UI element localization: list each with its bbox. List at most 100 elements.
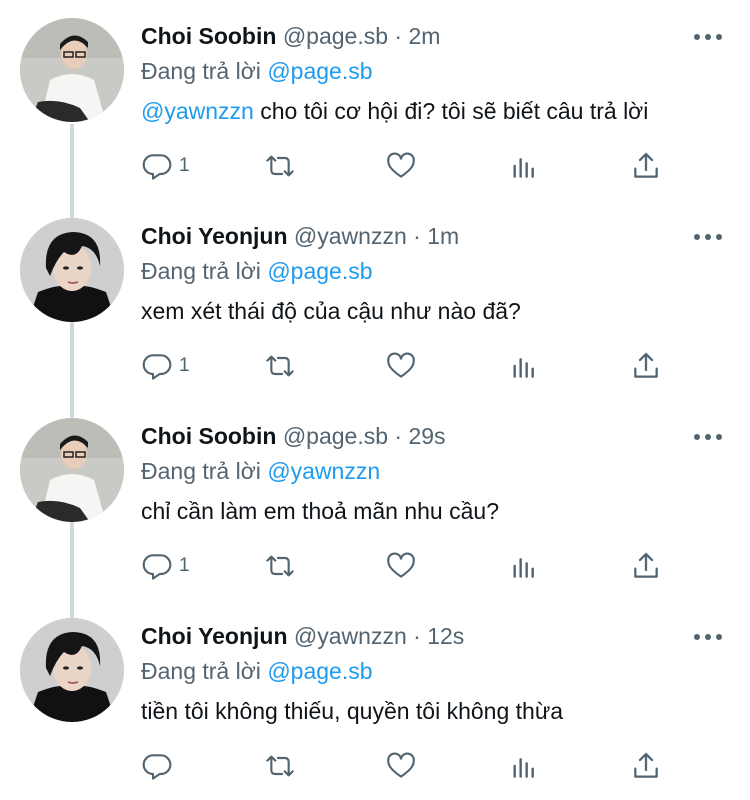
reply-count: 1 [179,355,190,376]
like-button[interactable] [385,546,417,586]
retweet-icon [266,155,294,177]
user-handle[interactable]: @yawnzzn [294,223,407,249]
replying-to-mention[interactable]: @page.sb [267,58,372,84]
tweet[interactable]: Choi Soobin @page.sb · 2m Đang trả lời @… [0,0,750,200]
views-icon [513,158,534,178]
timestamp[interactable]: 2m [408,23,440,49]
reply-icon [142,154,172,180]
retweet-button[interactable] [262,546,298,586]
more-icon[interactable] [694,234,722,240]
replying-to-mention[interactable]: @page.sb [267,258,372,284]
replying-to-label: Đang trả lời [141,58,261,84]
tweet-actions: 1 [0,546,750,586]
tweet[interactable]: Choi Yeonjun @yawnzzn · 12s Đang trả lời… [0,600,750,800]
tweet-thread: Choi Soobin @page.sb · 2m Đang trả lời @… [0,0,750,791]
separator-dot: · [413,623,421,649]
reply-icon [142,754,172,780]
more-icon[interactable] [694,634,722,640]
tweet-text: chỉ cần làm em thoả mãn nhu cầu? [141,496,499,526]
share-button[interactable] [630,146,662,186]
tweet-text-content: xem xét thái độ của cậu như nào đã? [141,298,521,324]
tweet-text: @yawnzzn cho tôi cơ hội đi? tôi sẽ biết … [141,96,648,126]
retweet-button[interactable] [262,346,298,386]
share-button[interactable] [630,546,662,586]
display-name[interactable]: Choi Soobin [141,423,276,449]
retweet-button[interactable] [262,746,298,786]
tweet-text-content: tiền tôi không thiếu, quyền tôi không th… [141,698,564,724]
share-icon [634,152,658,178]
share-icon [634,352,658,378]
tweet-text-content: chỉ cần làm em thoả mãn nhu cầu? [141,498,499,524]
reply-button[interactable]: 1 [141,546,190,586]
replying-to-mention[interactable]: @yawnzzn [267,458,380,484]
views-button[interactable] [508,546,540,586]
views-icon [513,358,534,378]
user-handle[interactable]: @yawnzzn [294,623,407,649]
more-icon[interactable] [694,34,722,40]
timestamp[interactable]: 12s [427,623,464,649]
like-button[interactable] [385,746,417,786]
views-icon [513,758,534,778]
reply-button[interactable]: 1 [141,346,190,386]
like-icon [387,552,415,578]
like-button[interactable] [385,346,417,386]
more-icon[interactable] [694,434,722,440]
views-icon [513,558,534,578]
like-icon [387,352,415,378]
reply-button[interactable] [141,746,179,786]
tweet[interactable]: Choi Soobin @page.sb · 29s Đang trả lời … [0,400,750,600]
avatar[interactable] [20,418,124,522]
retweet-icon [266,555,294,577]
replying-to: Đang trả lời @yawnzzn [141,456,380,486]
user-handle[interactable]: @page.sb [283,23,388,49]
tweet-text-content: cho tôi cơ hội đi? tôi sẽ biết câu trả l… [253,98,649,124]
views-button[interactable] [508,746,540,786]
reply-icon [142,554,172,580]
tweet-actions [0,746,750,786]
inline-mention[interactable]: @yawnzzn [141,98,254,124]
replying-to: Đang trả lời @page.sb [141,656,373,686]
tweet-header: Choi Yeonjun @yawnzzn · 1m [141,221,459,251]
avatar[interactable] [20,618,124,722]
replying-to-label: Đang trả lời [141,458,261,484]
reply-icon [142,354,172,380]
separator-dot: · [413,223,421,249]
tweet-actions: 1 [0,146,750,186]
display-name[interactable]: Choi Yeonjun [141,623,288,649]
tweet-text: tiền tôi không thiếu, quyền tôi không th… [141,696,563,726]
replying-to: Đang trả lời @page.sb [141,256,373,286]
user-handle[interactable]: @page.sb [283,423,388,449]
display-name[interactable]: Choi Soobin [141,23,276,49]
reply-count: 1 [179,555,190,576]
separator-dot: · [394,23,403,49]
share-button[interactable] [630,346,662,386]
views-button[interactable] [508,146,540,186]
tweet[interactable]: Choi Yeonjun @yawnzzn · 1m Đang trả lời … [0,200,750,400]
tweet-text: xem xét thái độ của cậu như nào đã? [141,296,521,326]
views-button[interactable] [508,346,540,386]
retweet-icon [266,755,294,777]
timestamp[interactable]: 29s [408,423,445,449]
reply-count: 1 [179,155,190,176]
like-icon [387,152,415,178]
avatar[interactable] [20,218,124,322]
tweet-header: Choi Soobin @page.sb · 29s [141,421,446,451]
replying-to-mention[interactable]: @page.sb [267,658,372,684]
timestamp[interactable]: 1m [427,223,459,249]
tweet-header: Choi Soobin @page.sb · 2m [141,21,440,51]
like-button[interactable] [385,146,417,186]
like-icon [387,752,415,778]
replying-to-label: Đang trả lời [141,658,261,684]
reply-button[interactable]: 1 [141,146,190,186]
retweet-icon [266,355,294,377]
share-button[interactable] [630,746,662,786]
replying-to: Đang trả lời @page.sb [141,56,373,86]
separator-dot: · [394,423,403,449]
share-icon [634,752,658,778]
tweet-header: Choi Yeonjun @yawnzzn · 12s [141,621,464,651]
display-name[interactable]: Choi Yeonjun [141,223,288,249]
share-icon [634,552,658,578]
replying-to-label: Đang trả lời [141,258,261,284]
retweet-button[interactable] [262,146,298,186]
avatar[interactable] [20,18,124,122]
